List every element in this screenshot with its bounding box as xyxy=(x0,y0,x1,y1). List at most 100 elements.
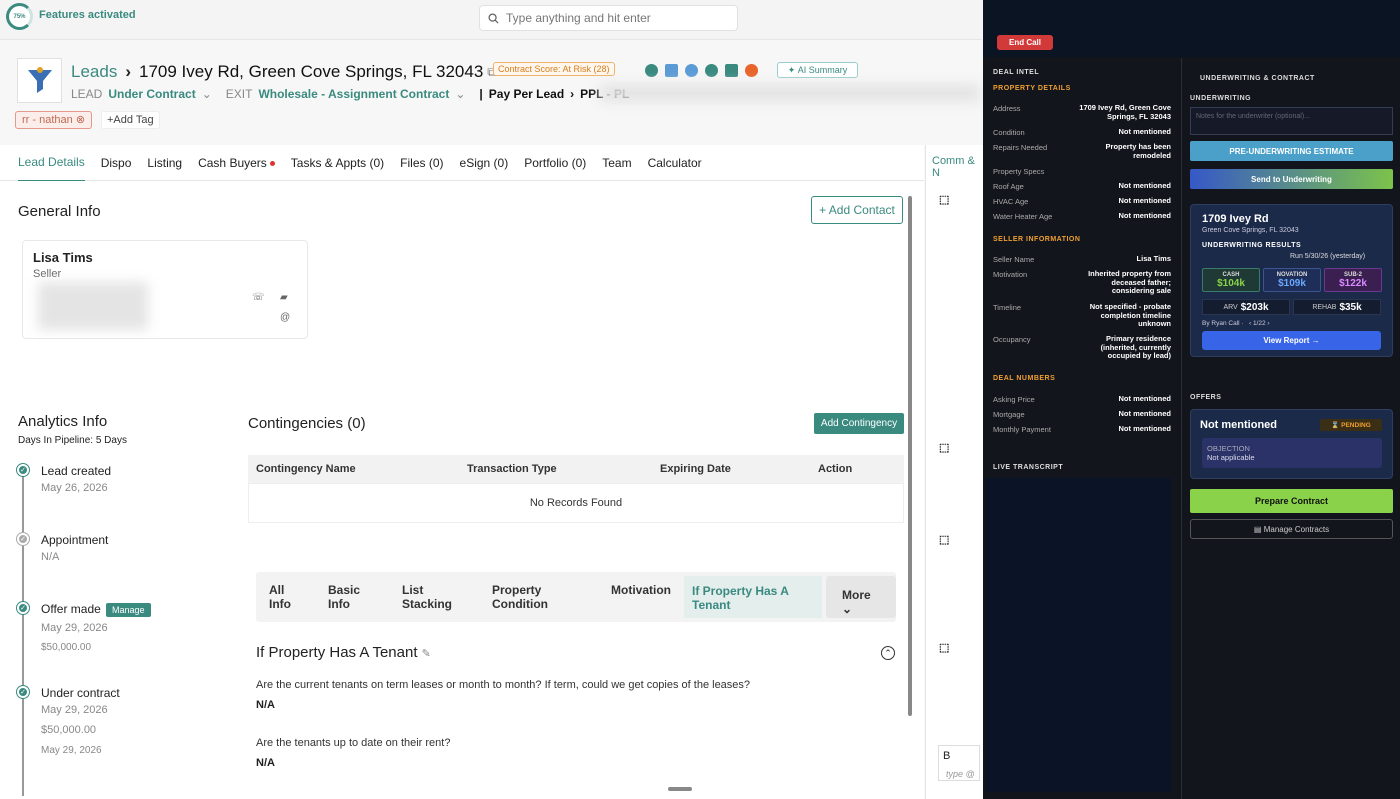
lead-source: Pay Per Lead xyxy=(488,87,565,101)
check-icon: ✓ xyxy=(17,602,29,614)
novation-value: NOVATION $109k xyxy=(1263,268,1321,292)
document-icon: ▤ xyxy=(1253,524,1262,534)
contract-score-badge[interactable]: Contract Score: At Risk (28) xyxy=(493,62,615,76)
funnel-icon xyxy=(17,58,62,103)
tag-chip[interactable]: rr - nathan ⊗ xyxy=(15,111,93,129)
subtab-property-condition[interactable]: Property Condition xyxy=(492,583,562,611)
question-label: Are the current tenants on term leases o… xyxy=(256,679,751,691)
check-icon: ✓ xyxy=(17,686,29,698)
breadcrumb-leads[interactable]: Leads xyxy=(71,62,117,82)
tab-esign[interactable]: eSign (0) xyxy=(460,145,509,181)
exit-strategy-dropdown[interactable]: Wholesale - Assignment Contract xyxy=(258,87,449,101)
days-in-pipeline: Days In Pipeline: 5 Days xyxy=(18,435,127,446)
underwriting-title: UNDERWRITING xyxy=(1190,95,1252,102)
horizontal-scrollbar[interactable] xyxy=(668,787,692,791)
answer-value: N/A xyxy=(256,757,275,769)
tab-tasks[interactable]: Tasks & Appts (0) xyxy=(291,145,384,181)
map-pin-icon[interactable] xyxy=(705,64,718,77)
add-tag-button[interactable]: +Add Tag xyxy=(101,111,160,129)
chat-icon: ⬚ xyxy=(939,194,950,206)
progress-ring[interactable]: 75% xyxy=(6,3,33,30)
end-call-button[interactable]: End Call xyxy=(997,35,1053,50)
search-placeholder: Type anything and hit enter xyxy=(506,11,651,25)
offers-title: OFFERS xyxy=(1190,394,1222,401)
info-subtabs: All Info Basic Info List Stacking Proper… xyxy=(256,572,896,622)
subtab-motivation[interactable]: Motivation xyxy=(611,583,671,597)
deal-intel-title: DEAL INTEL xyxy=(993,69,1040,76)
vertical-scrollbar[interactable] xyxy=(908,196,912,716)
lead-status-dropdown[interactable]: Under Contract xyxy=(108,87,195,101)
tab-comm[interactable]: Comm & N xyxy=(932,155,983,179)
timeline-sub: N/A xyxy=(41,551,60,563)
subtab-tenant[interactable]: If Property Has A Tenant xyxy=(684,576,822,618)
fire-icon[interactable] xyxy=(745,64,758,77)
timeline-sub: $50,000.00 xyxy=(41,724,97,736)
tab-listing[interactable]: Listing xyxy=(147,145,182,181)
sync-icon[interactable] xyxy=(685,64,698,77)
check-icon[interactable] xyxy=(645,64,658,77)
edit-icon[interactable]: ✎ xyxy=(422,648,431,660)
manage-contracts-button[interactable]: ▤ Manage Contracts xyxy=(1190,519,1393,539)
prepare-contract-button[interactable]: Prepare Contract xyxy=(1190,489,1393,513)
tab-dispo[interactable]: Dispo xyxy=(101,145,132,181)
add-contingency-button[interactable]: Add Contingency xyxy=(814,413,904,434)
section-title: If Property Has A Tenant ✎ xyxy=(256,644,431,661)
tab-files[interactable]: Files (0) xyxy=(400,145,443,181)
uw-title: 1709 Ivey Rd xyxy=(1202,213,1269,225)
arv-value: ARV $203k xyxy=(1202,299,1290,315)
features-activated-link[interactable]: Features activated xyxy=(39,9,136,21)
subtab-list-stacking[interactable]: List Stacking xyxy=(402,583,462,611)
manage-offer-button[interactable]: Manage xyxy=(106,603,151,617)
chat-icon: ⬚ xyxy=(939,442,950,454)
editor-input[interactable]: type @ xyxy=(946,769,975,779)
sub2-value: SUB-2 $122k xyxy=(1324,268,1382,292)
timeline-title: Offer made xyxy=(41,602,101,616)
tab-cash-buyers[interactable]: Cash Buyers xyxy=(198,145,275,181)
tab-portfolio[interactable]: Portfolio (0) xyxy=(524,145,586,181)
lead-status-row: LEAD Under Contract ⌄ EXIT Wholesale - As… xyxy=(71,87,629,101)
pending-badge: ⌛ PENDING xyxy=(1320,419,1382,431)
objection-box: OBJECTION Not applicable xyxy=(1202,438,1382,468)
underwriter-notes-input[interactable]: Notes for the underwriter (optional)... xyxy=(1190,107,1393,135)
pre-underwriting-button[interactable]: PRE-UNDERWRITING ESTIMATE xyxy=(1190,141,1393,161)
ai-summary-button[interactable]: ✦ AI Summary xyxy=(777,62,858,78)
chevron-down-icon: ⌄ xyxy=(842,602,853,616)
external-link-icon[interactable] xyxy=(665,64,678,77)
tab-team[interactable]: Team xyxy=(602,145,631,181)
contact-name: Lisa Tims xyxy=(33,250,93,265)
subtab-all-info[interactable]: All Info xyxy=(269,583,309,611)
offer-status: Not mentioned xyxy=(1200,419,1277,431)
deal-numbers-title: DEAL NUMBERS xyxy=(993,375,1056,382)
uw-author: By Ryan Call · ‹ 1/22 › xyxy=(1202,320,1270,327)
view-report-button[interactable]: View Report → xyxy=(1202,331,1381,350)
contact-role: Seller xyxy=(33,268,62,280)
tab-calculator[interactable]: Calculator xyxy=(648,145,702,181)
transcript-area[interactable] xyxy=(986,478,1171,792)
timeline-sub: $50,000.00 xyxy=(41,642,92,653)
uw-results-title: UNDERWRITING RESULTS xyxy=(1202,242,1302,249)
message-icon[interactable]: ▰ xyxy=(280,292,288,303)
seller-info-title: SELLER INFORMATION xyxy=(993,236,1081,243)
more-dropdown[interactable]: More ⌄ xyxy=(826,576,896,618)
person-icon[interactable] xyxy=(725,64,738,77)
answer-value: N/A xyxy=(256,699,275,711)
subtab-basic-info[interactable]: Basic Info xyxy=(328,583,368,611)
uw-run-date: Run 5/30/26 (yesterday) xyxy=(1290,253,1366,260)
tab-lead-details[interactable]: Lead Details xyxy=(18,144,85,182)
redacted-contact xyxy=(38,282,148,330)
global-search[interactable]: Type anything and hit enter xyxy=(479,5,738,31)
timeline-title: Under contract xyxy=(41,686,120,700)
chat-icon: ⬚ xyxy=(939,642,950,654)
col-header: Contingency Name xyxy=(256,463,356,475)
col-header: Transaction Type xyxy=(467,463,557,475)
send-underwriting-button[interactable]: Send to Underwriting xyxy=(1190,169,1393,189)
breadcrumb: Leads › 1709 Ivey Rd, Green Cove Springs… xyxy=(71,62,496,82)
close-icon[interactable]: ⊗ xyxy=(76,114,85,126)
lead-tabs: Lead Details Dispo Listing Cash Buyers T… xyxy=(0,144,924,182)
email-icon[interactable]: @ xyxy=(280,312,290,323)
add-contact-button[interactable]: + Add Contact xyxy=(811,196,903,224)
phone-icon[interactable]: ☏ xyxy=(252,292,265,303)
contingencies-title: Contingencies (0) xyxy=(248,415,366,432)
collapse-icon[interactable]: ⌃ xyxy=(881,646,895,660)
chevron-right-icon: › xyxy=(570,87,575,101)
